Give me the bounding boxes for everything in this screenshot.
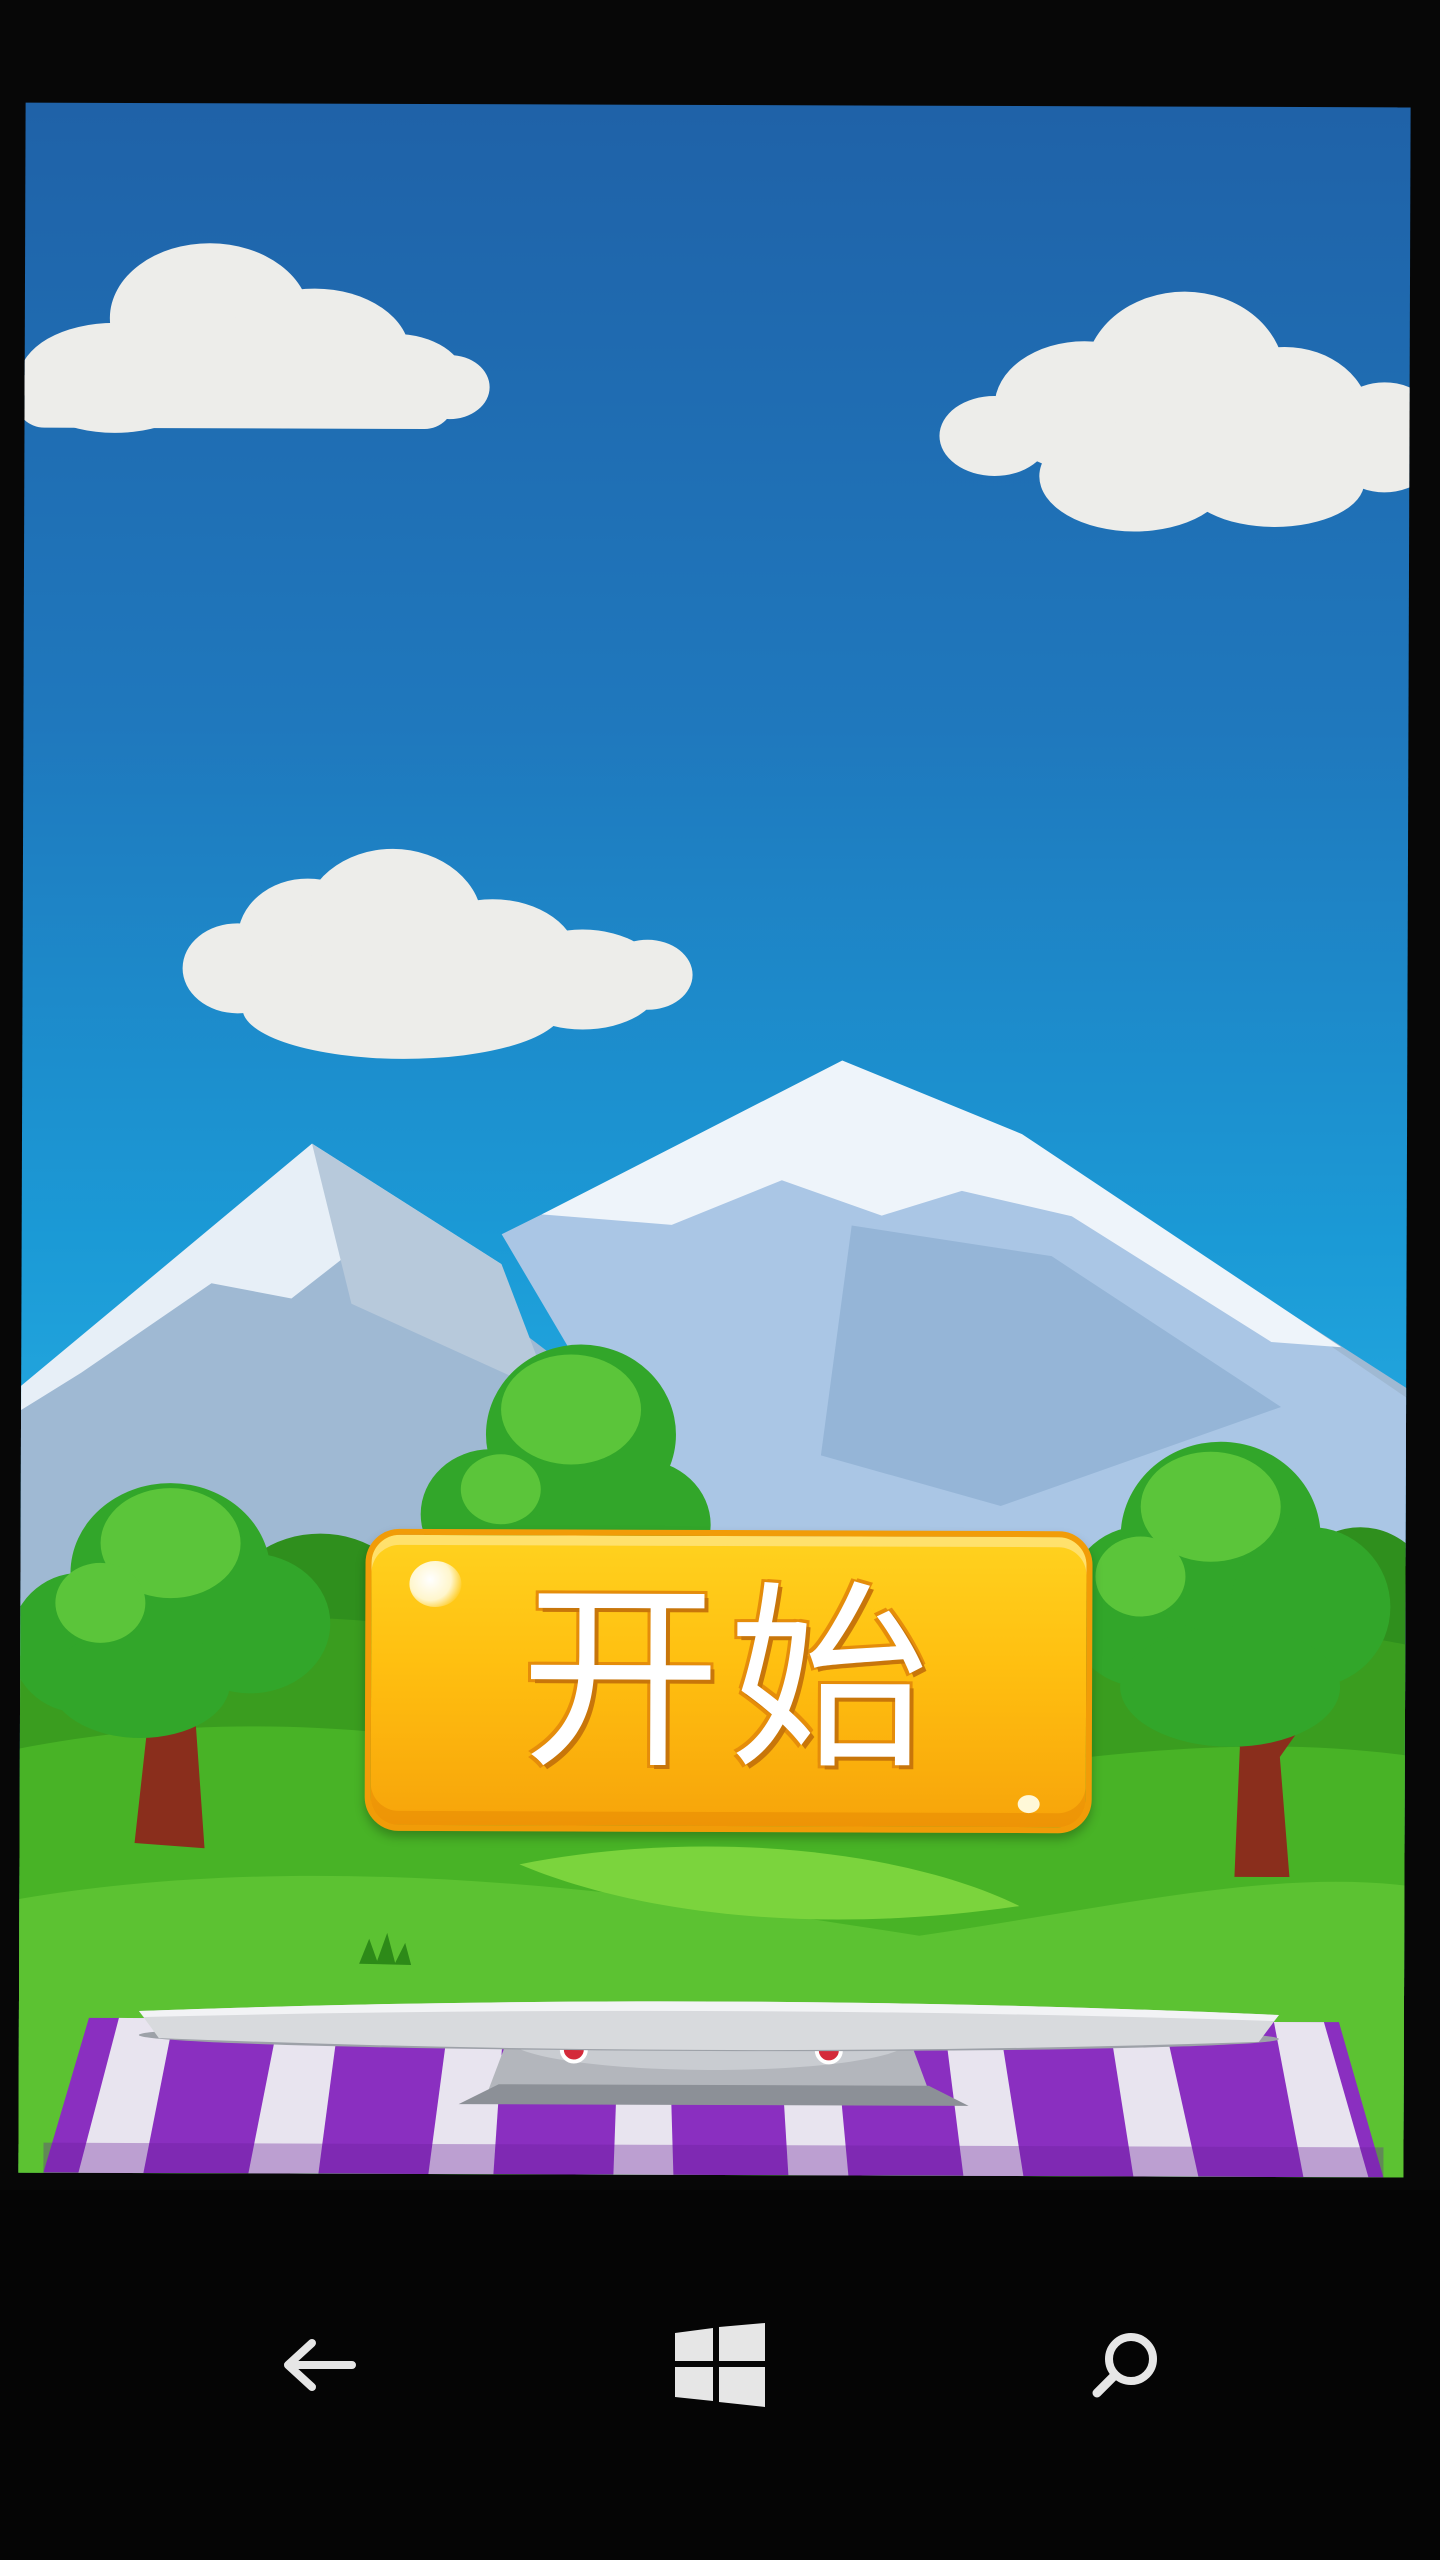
game-screen: 开始 — [18, 102, 1411, 2178]
button-gloss-dot — [1017, 1795, 1040, 1814]
back-arrow-icon — [284, 2339, 356, 2391]
button-gloss-highlight — [409, 1560, 462, 1608]
windows-logo-icon — [675, 2323, 765, 2407]
start-button-label: 开始 — [520, 1563, 938, 1798]
cloud-top-right — [939, 291, 1411, 532]
search-button[interactable] — [1055, 2295, 1195, 2435]
system-navigation-bar — [0, 2190, 1440, 2560]
phone-frame: 开始 — [0, 0, 1440, 2560]
cloud-top-left — [18, 243, 490, 433]
back-button[interactable] — [250, 2295, 390, 2435]
start-home-button[interactable] — [650, 2295, 790, 2435]
start-button[interactable]: 开始 — [364, 1528, 1093, 1834]
cloud-middle — [182, 848, 693, 1059]
game-background — [18, 243, 1411, 2178]
search-icon — [1092, 2333, 1157, 2398]
